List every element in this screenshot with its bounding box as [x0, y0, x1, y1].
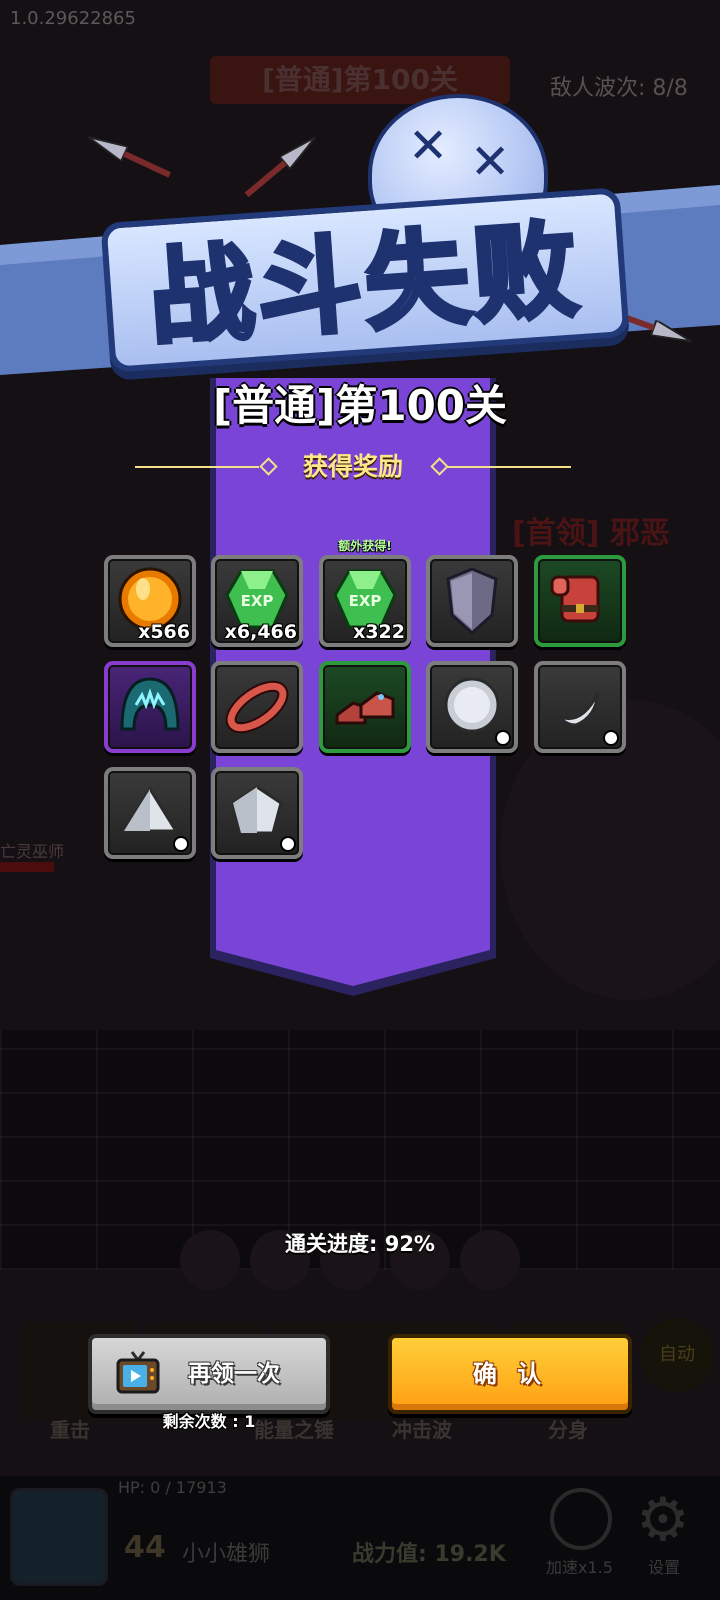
red-boots-icon	[335, 691, 395, 725]
bonus-label: 额外获得!	[338, 539, 392, 553]
skill-label-1: 重击	[50, 1418, 90, 1442]
reward-quantity: x566	[138, 621, 190, 643]
sword-badge-icon	[173, 836, 189, 852]
reward-quantity: x6,466	[224, 621, 297, 643]
reward-slot[interactable]: x566	[104, 555, 196, 647]
reward-quantity: x322	[353, 621, 405, 643]
player-level: 44	[124, 1530, 166, 1565]
player-name: 小小雄狮	[182, 1542, 271, 1567]
claim-again-button[interactable]: 再领一次	[88, 1334, 330, 1414]
auto-battle-button[interactable]: 自动	[640, 1318, 714, 1392]
remaining-count: 剩余次数 : 1	[162, 1412, 256, 1431]
settings-label: 设置	[648, 1558, 681, 1577]
settings-gear-icon[interactable]: ⚙	[636, 1490, 690, 1550]
player-hp-text: HP: 0 / 17913	[118, 1478, 227, 1497]
shield-icon	[446, 567, 498, 636]
svg-text:EXP: EXP	[241, 592, 274, 610]
reward-slot[interactable]	[211, 767, 303, 859]
svg-text:EXP: EXP	[349, 592, 382, 610]
red-armor-icon	[550, 575, 600, 623]
reward-slot[interactable]	[534, 661, 626, 753]
reward-grid: x566 EXP x6,466 额外获得! EXP x322	[0, 0, 720, 900]
skill-label-5: 分身	[548, 1418, 588, 1442]
player-avatar[interactable]	[10, 1488, 108, 1586]
tv-ad-icon	[116, 1351, 160, 1394]
speed-label: 加速x1.5	[546, 1558, 613, 1577]
reward-slot[interactable]	[211, 661, 303, 753]
boot-badge-icon	[280, 836, 296, 852]
reward-slot[interactable]	[104, 661, 196, 753]
ring-badge-icon	[603, 730, 619, 746]
red-ring-icon	[225, 680, 289, 734]
confirm-button[interactable]: 确 认	[388, 1334, 632, 1414]
player-power: 战力值: 19.2K	[352, 1542, 506, 1567]
reward-slot[interactable]	[104, 767, 196, 859]
reward-slot[interactable]: 额外获得! EXP x322	[319, 539, 411, 647]
reward-slot[interactable]	[426, 661, 518, 753]
claim-again-label: 再领一次	[188, 1361, 280, 1387]
teal-hood-icon	[120, 677, 180, 731]
clear-progress: 通关进度: 92%	[285, 1232, 435, 1256]
reward-slot[interactable]	[319, 661, 411, 753]
shield-badge-icon	[495, 730, 511, 746]
skill-label-4: 冲击波	[392, 1418, 452, 1442]
confirm-label: 确 认	[472, 1360, 548, 1388]
reward-slot[interactable]	[534, 555, 626, 647]
reward-slot[interactable]	[426, 555, 518, 647]
reward-slot[interactable]: EXP x6,466	[211, 555, 303, 647]
speed-toggle-button[interactable]	[550, 1488, 612, 1550]
